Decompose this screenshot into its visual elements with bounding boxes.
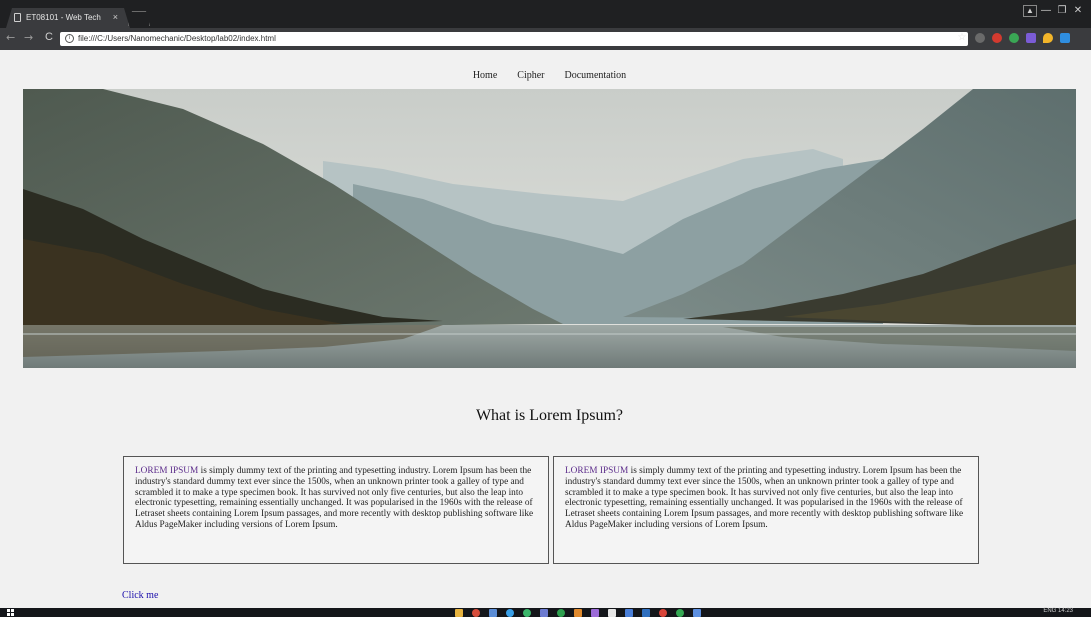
app-icon-5[interactable] [523, 609, 531, 617]
nav-item-cipher[interactable]: Cipher [517, 70, 544, 81]
back-button[interactable]: ← [6, 31, 15, 44]
web-page: Home Cipher Documentation What is Lorem … [23, 62, 1076, 608]
info-icon[interactable]: i [65, 34, 74, 43]
app-icon-12[interactable] [642, 609, 650, 617]
address-bar[interactable]: i file:///C:/Users/Nanomechanic/Desktop/… [60, 32, 968, 46]
extension-icons: ☆ [956, 33, 1070, 43]
extension-icon-1[interactable] [975, 33, 985, 43]
lorem-card-right: LOREM IPSUM is simply dummy text of the … [553, 456, 979, 564]
bookmark-star-icon[interactable]: ☆ [956, 33, 968, 43]
hero-mountain-lake-image [23, 89, 1076, 368]
address-url: file:///C:/Users/Nanomechanic/Desktop/la… [78, 34, 276, 43]
tab-title: ET08101 - Web Tech [26, 13, 101, 22]
browser-toolbar: ← → C i file:///C:/Users/Nanomechanic/De… [0, 28, 1091, 50]
app-icon-15[interactable] [693, 609, 701, 617]
card-lead: LOREM IPSUM [565, 466, 629, 476]
extension-icon-4[interactable] [1026, 33, 1036, 43]
new-tab-button[interactable] [128, 11, 150, 26]
profile-icon[interactable]: ▲ [1023, 5, 1037, 17]
restore-button[interactable]: ❐ [1055, 4, 1069, 18]
nav-item-documentation[interactable]: Documentation [565, 70, 627, 81]
extension-icon-5[interactable] [1043, 33, 1053, 43]
app-icon-7[interactable] [557, 609, 565, 617]
app-icon-13[interactable] [659, 609, 667, 617]
app-icon-14[interactable] [676, 609, 684, 617]
section-heading: What is Lorem Ipsum? [475, 407, 624, 424]
app-icon-6[interactable] [540, 609, 548, 617]
app-icon-11[interactable] [625, 609, 633, 617]
taskbar-clock[interactable]: ENG 14:23 [1043, 608, 1073, 614]
lorem-card-left: LOREM IPSUM is simply dummy text of the … [123, 456, 549, 564]
extension-icon-2[interactable] [992, 33, 1002, 43]
reload-button[interactable]: C [45, 31, 53, 43]
forward-button[interactable]: → [24, 31, 33, 44]
windows-taskbar: ENG 14:23 [0, 608, 1091, 617]
extension-icon-3[interactable] [1009, 33, 1019, 43]
app-icon-10[interactable] [608, 609, 616, 617]
window-controls: ▲ — ❐ ✕ [1023, 4, 1085, 18]
nav-item-home[interactable]: Home [473, 70, 497, 81]
close-window-button[interactable]: ✕ [1071, 4, 1085, 18]
chrome-icon[interactable] [472, 609, 480, 617]
minimize-button[interactable]: — [1039, 4, 1053, 18]
browser-titlebar: ET08101 - Web Tech × ▲ — ❐ ✕ [0, 0, 1091, 28]
card-lead: LOREM IPSUM [135, 466, 199, 476]
app-icon-9[interactable] [591, 609, 599, 617]
extension-icon-6[interactable] [1060, 33, 1070, 43]
taskbar-app-icons [455, 609, 701, 617]
site-navbar: Home Cipher Documentation [23, 62, 1076, 90]
app-icon-3[interactable] [489, 609, 497, 617]
app-icon-8[interactable] [574, 609, 582, 617]
click-me-link[interactable]: Click me [122, 590, 158, 601]
tab-close-icon[interactable]: × [113, 12, 118, 22]
file-explorer-icon[interactable] [455, 609, 463, 617]
app-icon-4[interactable] [506, 609, 514, 617]
page-icon [14, 13, 21, 22]
windows-start-icon[interactable] [7, 609, 15, 616]
browser-tab[interactable]: ET08101 - Web Tech × [6, 8, 130, 28]
